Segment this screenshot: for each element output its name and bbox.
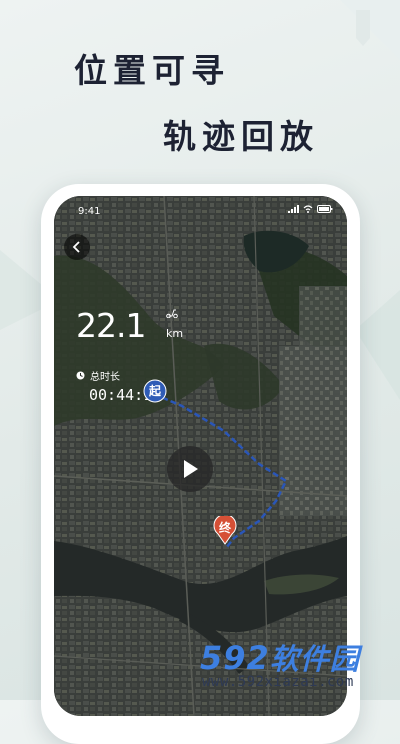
start-marker: 起 bbox=[142, 379, 168, 405]
watermark-logo: 592软件园 bbox=[200, 636, 360, 678]
watermark-digits: 592 bbox=[200, 639, 270, 677]
duration-label: 总时长 bbox=[90, 372, 120, 383]
start-marker-label: 起 bbox=[148, 384, 161, 398]
end-marker-label: 终 bbox=[218, 521, 231, 535]
status-time: 9:41 bbox=[78, 206, 101, 217]
back-arrow-icon bbox=[72, 241, 80, 253]
wifi-icon bbox=[303, 205, 313, 213]
play-button[interactable] bbox=[167, 446, 213, 492]
battery-icon bbox=[317, 205, 333, 213]
watermark-url: www.592xiazai.com bbox=[202, 674, 354, 690]
headline-line-2: 轨迹回放 bbox=[163, 117, 319, 156]
distance-display: 22.1 km bbox=[76, 306, 183, 345]
watermark-text: 软件园 bbox=[269, 642, 360, 676]
distance-value: 22.1 bbox=[76, 306, 146, 345]
scooter-icon bbox=[166, 309, 178, 318]
status-icons bbox=[288, 205, 333, 213]
headline-line-1: 位置可寻 bbox=[74, 51, 230, 90]
clock-icon bbox=[76, 371, 85, 380]
end-marker: 终 bbox=[212, 514, 238, 545]
distance-unit: km bbox=[166, 327, 184, 340]
signal-icon bbox=[288, 205, 299, 213]
play-icon bbox=[184, 460, 198, 478]
duration-label-row: 总时长 bbox=[76, 368, 120, 383]
back-button[interactable] bbox=[64, 234, 90, 260]
